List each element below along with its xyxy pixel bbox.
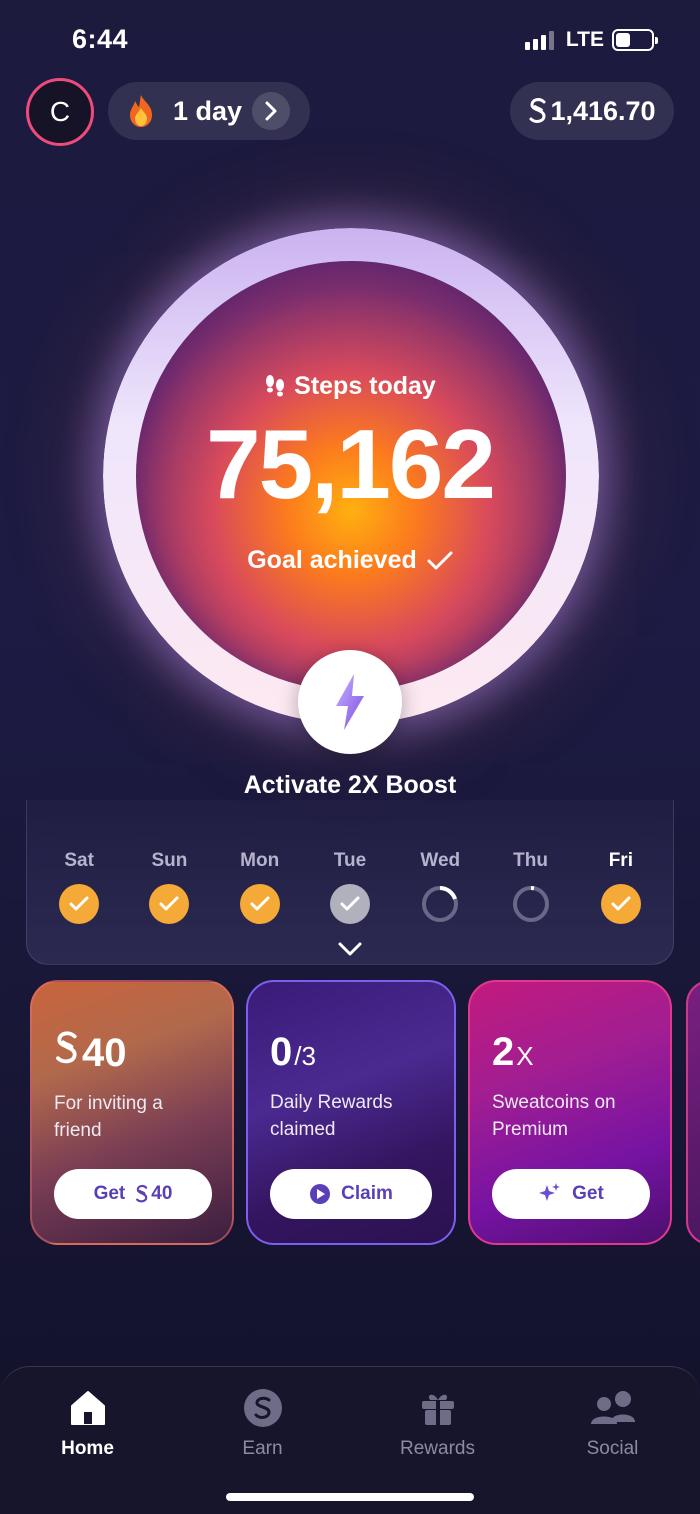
footprints-icon [266,374,285,396]
goal-status: Goal achieved [0,546,700,575]
boost-button[interactable] [298,650,402,754]
card-description: Daily Rewards claimed [270,1092,393,1140]
card-description: Sweatcoins on Premium [492,1092,616,1140]
day-fri[interactable]: Fri [586,850,656,924]
check-circle-icon [239,884,280,924]
streak-label: 1 day [173,95,243,126]
flame-icon [130,95,152,127]
day-sun[interactable]: Sun [134,850,204,924]
daily-rewards-card[interactable]: 0 /3 Daily Rewards claimed Claim [246,980,456,1245]
boost-label: Activate 2X Boost [243,771,457,799]
tab-label: Home [61,1438,114,1459]
day-label: Mon [240,850,280,871]
tab-rewards[interactable]: Rewards [368,1388,508,1460]
balance-value: 1,416.70 [550,95,656,126]
tab-list: Home Earn Rewards Social [0,1388,700,1460]
card-amount-suffix: X [516,1041,534,1071]
get-premium-button[interactable]: Get [492,1169,650,1219]
battery-icon [612,29,658,51]
day-sat[interactable]: Sat [44,850,114,924]
card-amount: 40 [54,1030,210,1076]
sparkles-icon [539,1183,561,1201]
check-icon [427,551,453,569]
steps-today-label: Steps today [0,372,700,401]
card-amount-suffix: /3 [294,1041,316,1071]
balance-button[interactable]: 1,416.70 [510,82,674,140]
network-label: LTE [565,28,604,51]
get-invite-reward-button[interactable]: Get 40 [54,1169,212,1219]
card-amount: 0 /3 [270,1030,432,1075]
tab-label: Rewards [400,1438,475,1459]
people-icon [590,1391,635,1424]
sweatcoin-icon [529,98,546,123]
check-circle-icon [149,884,190,924]
home-icon [70,1391,105,1425]
button-amount-value: 40 [151,1183,173,1204]
card-amount-value: 40 [82,1031,127,1075]
lightning-icon [336,674,364,730]
card-description: For inviting a friend [54,1093,163,1141]
tab-social[interactable]: Social [543,1388,683,1460]
streak-button[interactable]: 1 day [108,82,310,140]
card-amount-value: 0 [270,1030,293,1074]
progress-ring-icon [420,884,460,924]
premium-card[interactable]: 2 X Sweatcoins on Premium Get [468,980,672,1245]
chevron-down-icon[interactable] [336,940,364,963]
button-label: Claim [341,1183,393,1204]
day-mon[interactable]: Mon [225,850,295,924]
sweatcoin-icon [56,1031,77,1064]
claim-button[interactable]: Claim [270,1169,432,1219]
day-label: Tue [333,850,367,871]
day-label: Thu [513,850,548,871]
tab-home[interactable]: Home [18,1388,158,1460]
status-time: 6:44 [72,24,129,54]
day-label: Fri [608,850,633,871]
avatar-initial: C [49,96,71,127]
card-amount: 2 X [492,1030,648,1075]
progress-ring-icon [511,884,551,924]
button-label: Get [572,1183,604,1204]
day-tue[interactable]: Tue [315,850,385,924]
day-label: Sat [64,850,94,871]
sweatcoin-icon [243,1389,282,1427]
tab-earn[interactable]: Earn [193,1388,333,1460]
button-amount: 40 [135,1183,172,1205]
tab-label: Social [586,1438,639,1459]
button-label: Get [93,1183,126,1204]
steps-label-text: Steps today [294,372,436,400]
check-circle-icon [329,884,370,924]
day-wed[interactable]: Wed [405,850,475,924]
home-indicator [226,1493,474,1501]
check-circle-icon [59,884,100,924]
check-circle-icon [600,884,641,924]
chevron-right-icon [252,92,290,130]
avatar[interactable]: C [26,78,94,146]
day-label: Sun [151,850,188,871]
play-circle-icon [310,1184,331,1204]
day-label: Wed [420,850,461,871]
day-thu[interactable]: Thu [496,850,566,924]
week-days: Sat Sun Mon Tue Wed Thu Fri [26,850,674,924]
signal-icon [524,30,554,50]
steps-count: 75,162 [206,409,496,519]
goal-text: Goal achieved [247,546,417,574]
card-amount-value: 2 [492,1030,515,1074]
status-icons: LTE [524,28,658,52]
invite-friend-card[interactable]: 40 For inviting a friend Get 40 [30,980,234,1245]
tab-label: Earn [242,1438,283,1459]
gift-icon [421,1394,454,1425]
next-card-peek[interactable] [686,980,700,1245]
sweatcoin-icon [136,1184,148,1203]
